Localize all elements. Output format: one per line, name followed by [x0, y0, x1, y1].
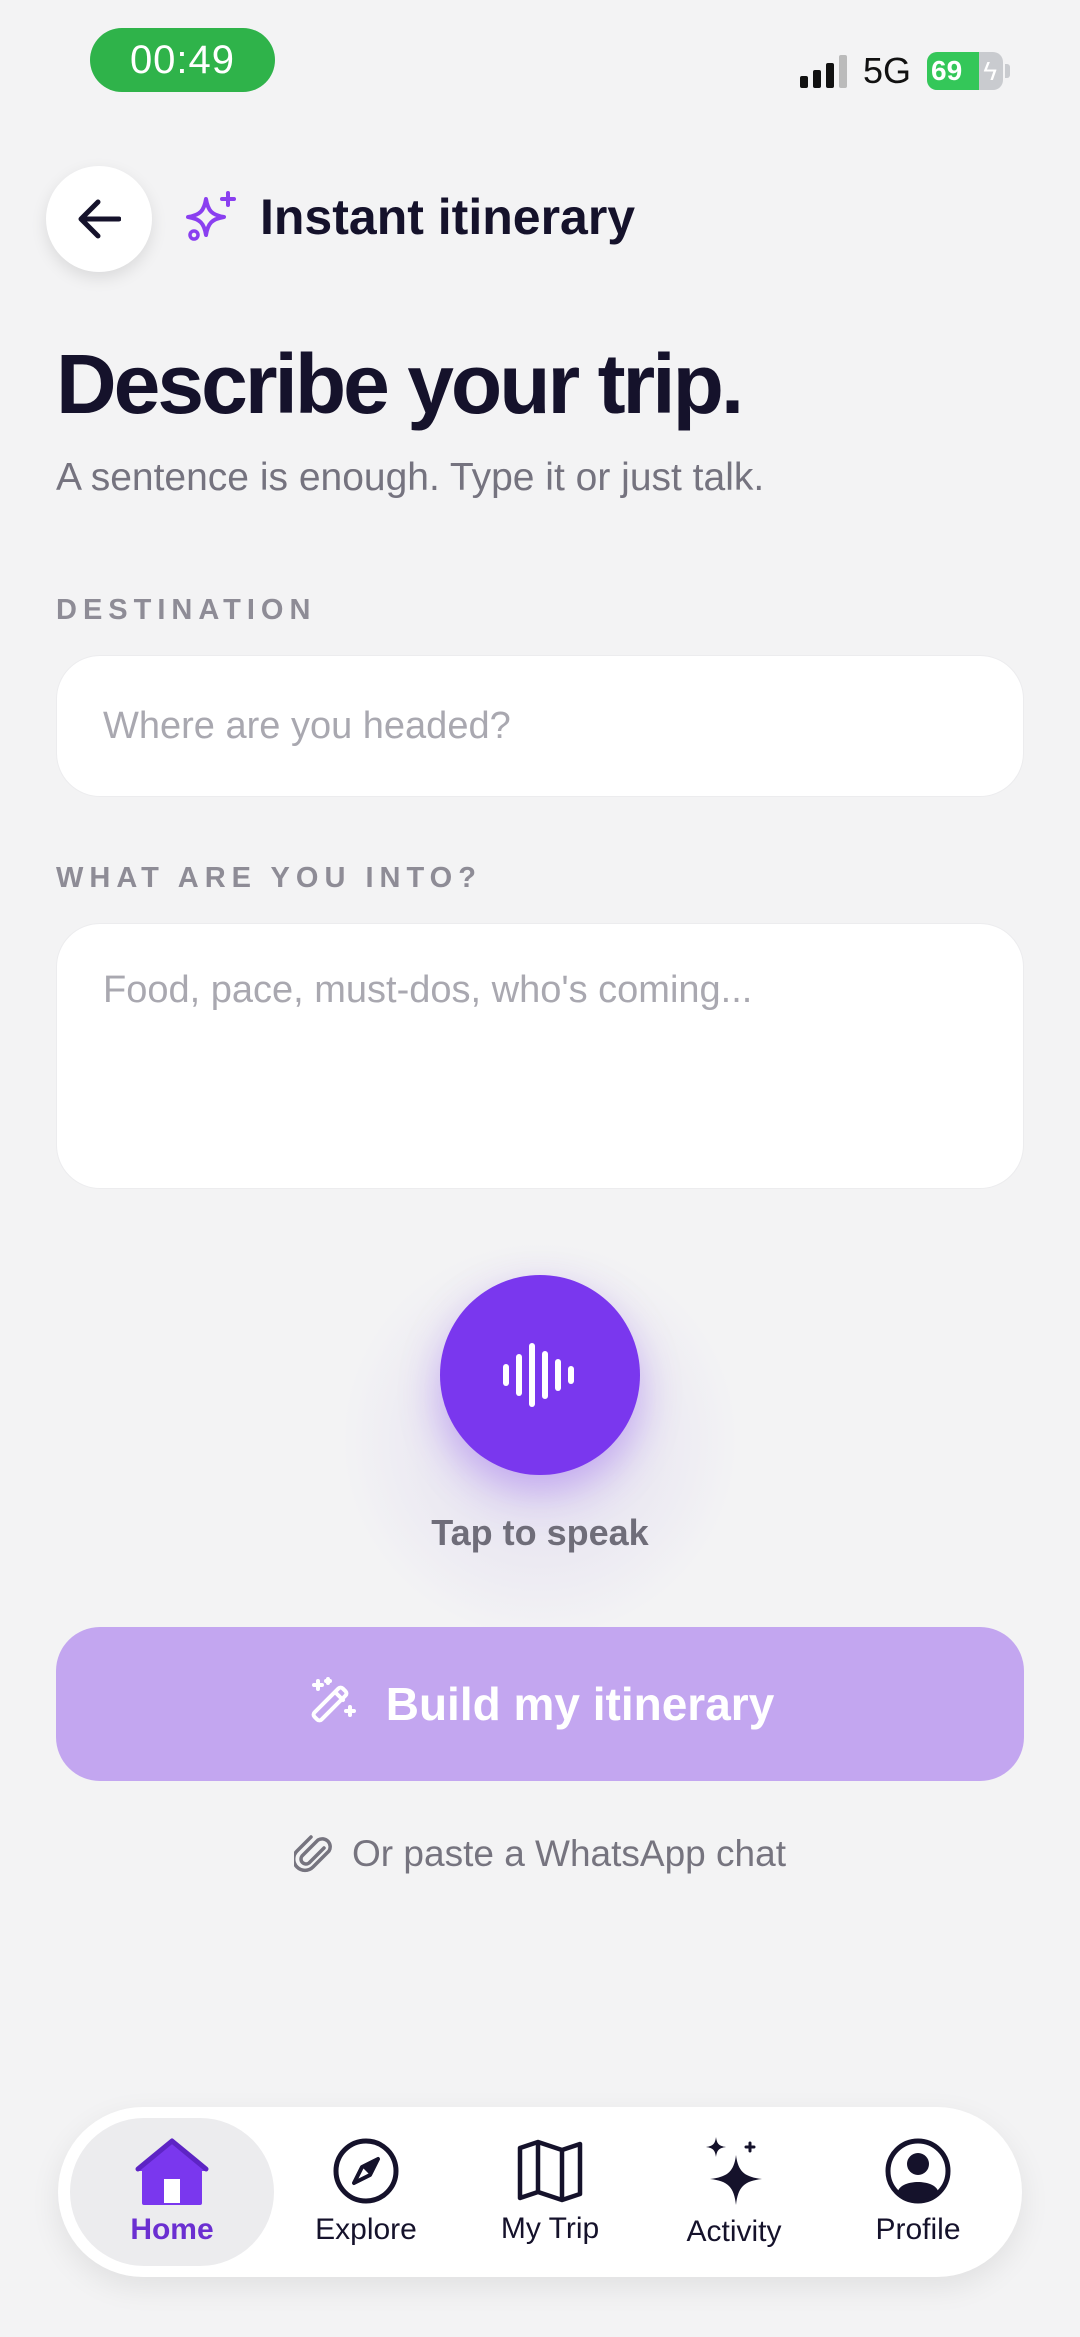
waveform-icon [503, 1343, 574, 1407]
speak-label: Tap to speak [431, 1512, 649, 1553]
home-icon [135, 2138, 209, 2205]
status-time: 00:49 [90, 28, 275, 92]
interests-label: WHAT ARE YOU INTO? [56, 862, 482, 894]
signal-icon [799, 54, 847, 88]
sparkle-icon [706, 2137, 762, 2205]
bottom-navigation: Home Explore My Trip Activity Profile [58, 2107, 1022, 2277]
hero-subtitle: A sentence is enough. Type it or just ta… [56, 456, 765, 499]
paste-whatsapp-link[interactable]: Or paste a WhatsApp chat [0, 1832, 1080, 1876]
build-itinerary-button[interactable]: Build my itinerary [56, 1627, 1024, 1781]
paste-link-label: Or paste a WhatsApp chat [352, 1833, 786, 1874]
paperclip-icon [294, 1835, 332, 1873]
compass-icon [333, 2138, 399, 2204]
nav-profile[interactable]: Profile [826, 2118, 1010, 2266]
nav-label: Explore [315, 2213, 417, 2246]
battery-icon: 69 ϟ [927, 52, 1003, 90]
back-button[interactable] [46, 166, 152, 272]
destination-label: DESTINATION [56, 594, 317, 626]
nav-activity[interactable]: Activity [642, 2118, 826, 2266]
build-button-label: Build my itinerary [385, 1678, 775, 1730]
profile-icon [885, 2138, 951, 2204]
header: Instant itinerary [186, 188, 635, 246]
nav-explore[interactable]: Explore [274, 2118, 458, 2266]
sparkles-icon [186, 191, 236, 241]
nav-label: Activity [686, 2215, 782, 2248]
battery-level: 69 [931, 55, 963, 86]
status-indicators: 5G 69 ϟ [799, 50, 1010, 92]
interests-input[interactable] [56, 923, 1024, 1189]
destination-input[interactable] [56, 655, 1024, 797]
nav-home[interactable]: Home [70, 2118, 274, 2266]
arrow-left-icon [78, 199, 121, 239]
page-title: Instant itinerary [260, 189, 636, 245]
nav-label: Profile [875, 2213, 961, 2246]
magic-wand-icon [311, 1677, 356, 1723]
hero-title: Describe your trip. [56, 337, 744, 431]
network-type: 5G [862, 50, 911, 91]
speak-button[interactable] [440, 1275, 640, 1475]
nav-label: My Trip [500, 2212, 600, 2245]
map-icon [517, 2139, 583, 2203]
nav-my-trip[interactable]: My Trip [458, 2118, 642, 2266]
nav-label: Home [130, 2213, 214, 2246]
